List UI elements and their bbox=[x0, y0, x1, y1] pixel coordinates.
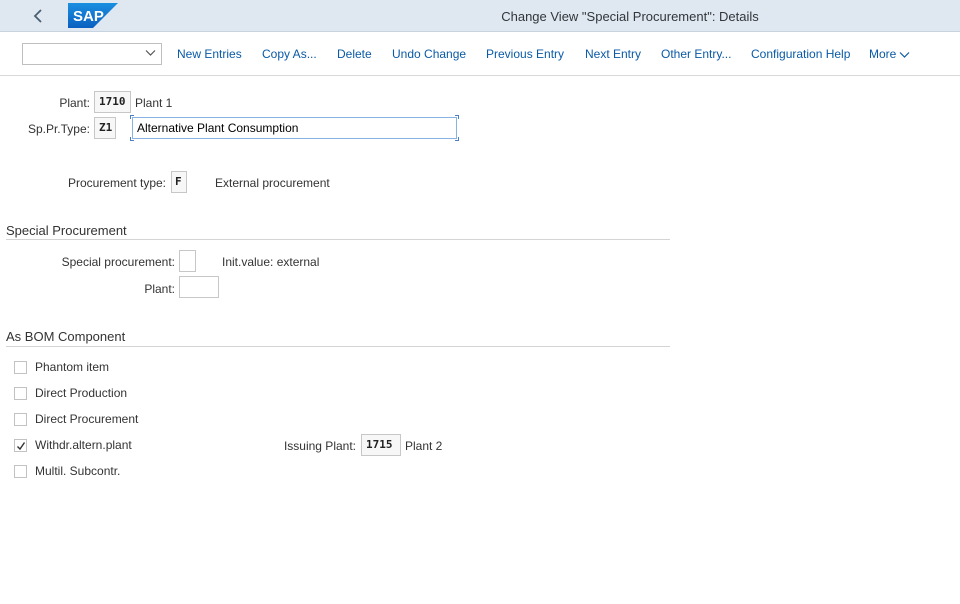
phantom-item-checkbox[interactable] bbox=[14, 360, 27, 374]
phantom-item-checkbox-row[interactable]: Phantom item bbox=[14, 359, 109, 375]
special-procurement-description: Init.value: external bbox=[222, 255, 320, 269]
issuing-plant-description: Plant 2 bbox=[405, 439, 443, 453]
withdr-altern-plant-label: Withdr.altern.plant bbox=[35, 438, 132, 452]
bom-component-section-title: As BOM Component bbox=[6, 329, 126, 344]
special-procurement-field[interactable] bbox=[179, 250, 196, 272]
section-divider bbox=[6, 346, 670, 347]
undo-change-button[interactable]: Undo Change bbox=[392, 47, 466, 61]
next-entry-button[interactable]: Next Entry bbox=[585, 47, 641, 61]
shell-bar: SAP Change View "Special Procurement": D… bbox=[0, 0, 960, 32]
withdr-altern-plant-checkbox-row[interactable]: Withdr.altern.plant bbox=[14, 437, 132, 453]
phantom-item-label: Phantom item bbox=[35, 360, 110, 374]
multil-subcontr-label: Multil. Subcontr. bbox=[35, 464, 121, 478]
delete-button[interactable]: Delete bbox=[337, 47, 372, 61]
chevron-down-icon bbox=[899, 51, 910, 58]
withdr-altern-plant-checkbox[interactable] bbox=[14, 438, 27, 452]
direct-production-checkbox[interactable] bbox=[14, 386, 27, 400]
focus-corner bbox=[130, 137, 134, 141]
special-procurement-section-title: Special Procurement bbox=[6, 223, 127, 238]
configuration-help-button[interactable]: Configuration Help bbox=[751, 47, 850, 61]
new-entries-button[interactable]: New Entries bbox=[177, 47, 242, 61]
focus-corner bbox=[455, 115, 459, 119]
multil-subcontr-checkbox-row[interactable]: Multil. Subcontr. bbox=[14, 463, 120, 479]
procurement-type-field[interactable]: F bbox=[171, 171, 187, 193]
issuing-plant-field[interactable]: 1715 bbox=[361, 434, 401, 456]
checkmark-icon bbox=[17, 441, 26, 450]
copy-as-button[interactable]: Copy As... bbox=[262, 47, 317, 61]
multil-subcontr-checkbox[interactable] bbox=[14, 464, 27, 478]
section-divider bbox=[6, 239, 670, 240]
sptype-label: Sp.Pr.Type: bbox=[27, 122, 90, 136]
direct-procurement-checkbox[interactable] bbox=[14, 412, 27, 426]
chevron-down-icon bbox=[145, 50, 156, 56]
sptype-description-input[interactable] bbox=[132, 117, 457, 139]
sap-logo: SAP bbox=[68, 3, 118, 28]
plant-field[interactable]: 1710 bbox=[94, 91, 131, 113]
direct-procurement-label: Direct Procurement bbox=[35, 412, 139, 426]
direct-production-label: Direct Production bbox=[35, 386, 128, 400]
direct-production-checkbox-row[interactable]: Direct Production bbox=[14, 385, 127, 401]
toolbar-select[interactable] bbox=[22, 43, 162, 65]
page-title: Change View "Special Procurement": Detai… bbox=[501, 9, 759, 24]
plant-label: Plant: bbox=[59, 96, 90, 110]
chevron-left-icon bbox=[33, 9, 42, 23]
back-button[interactable] bbox=[24, 4, 52, 28]
other-entry-button[interactable]: Other Entry... bbox=[661, 47, 731, 61]
special-plant-label: Plant: bbox=[144, 282, 175, 296]
focus-corner bbox=[130, 115, 134, 119]
toolbar: New Entries Copy As... Delete Undo Chang… bbox=[0, 32, 960, 76]
more-button[interactable]: More bbox=[869, 47, 910, 61]
more-label: More bbox=[869, 47, 897, 61]
procurement-type-label: Procurement type: bbox=[67, 176, 166, 190]
special-plant-field[interactable] bbox=[179, 276, 219, 298]
procurement-type-description: External procurement bbox=[215, 176, 330, 190]
direct-procurement-checkbox-row[interactable]: Direct Procurement bbox=[14, 411, 138, 427]
logo-text: SAP bbox=[73, 8, 104, 25]
previous-entry-button[interactable]: Previous Entry bbox=[486, 47, 564, 61]
special-procurement-label: Special procurement: bbox=[61, 255, 175, 269]
sptype-field[interactable]: Z1 bbox=[94, 117, 116, 139]
issuing-plant-label: Issuing Plant: bbox=[283, 439, 356, 453]
focus-corner bbox=[455, 137, 459, 141]
plant-description: Plant 1 bbox=[135, 96, 173, 110]
